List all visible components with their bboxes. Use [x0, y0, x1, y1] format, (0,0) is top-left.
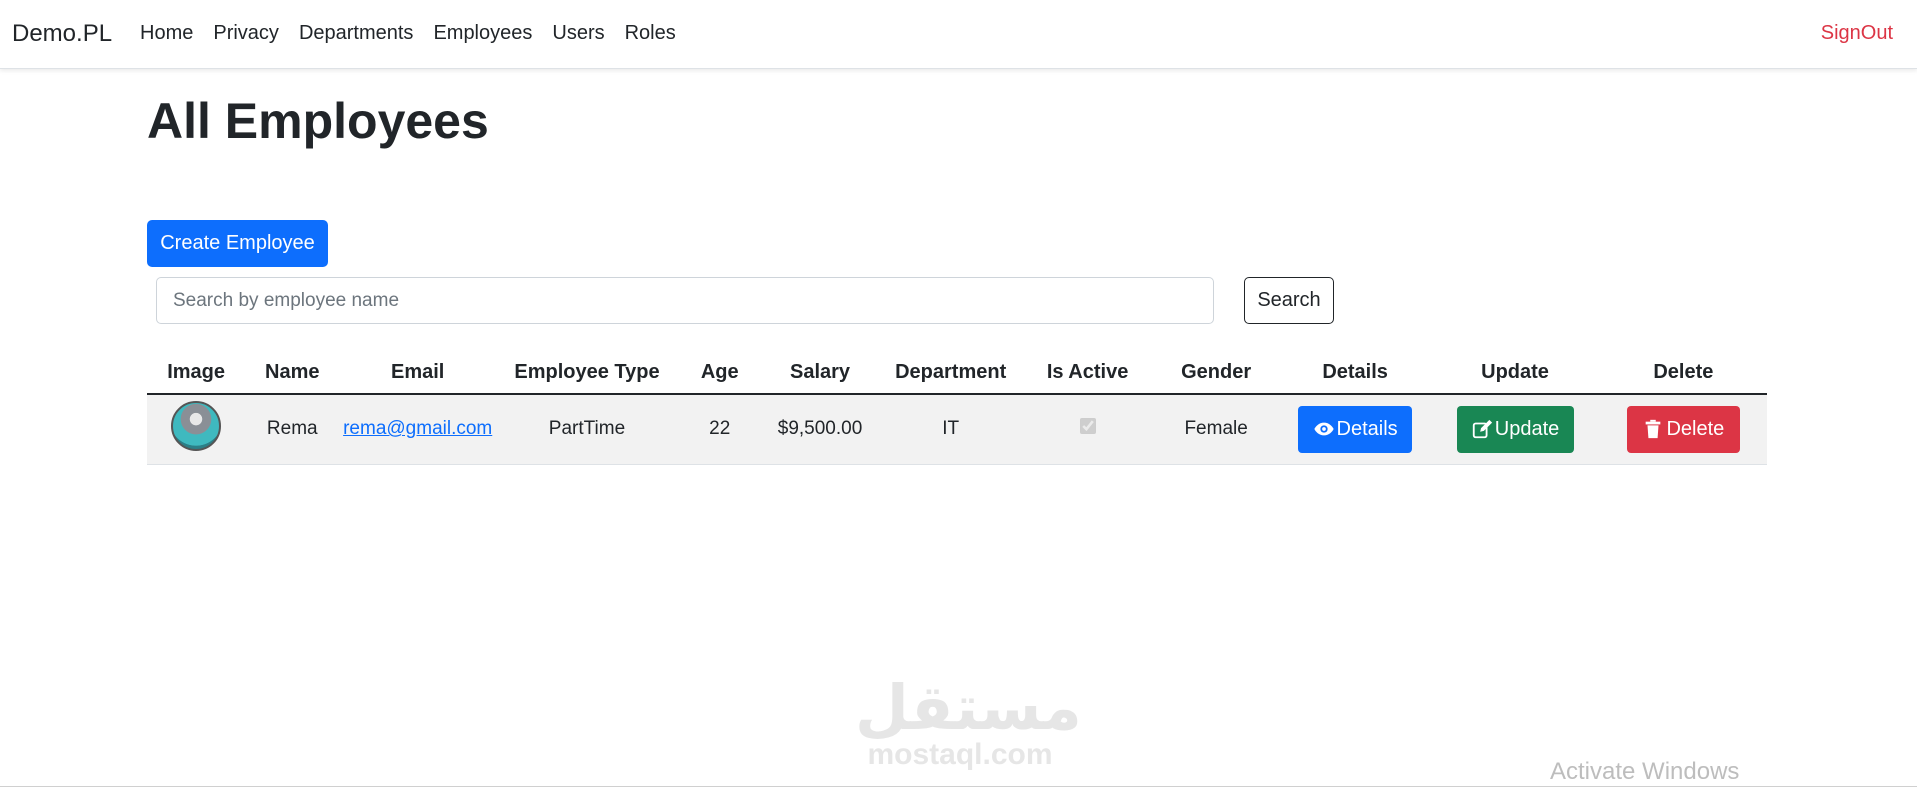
create-employee-button[interactable]: Create Employee: [147, 220, 328, 267]
header-image: Image: [147, 352, 246, 395]
employee-salary: $9,500.00: [761, 394, 879, 465]
nav-links: Home Privacy Departments Employees Users…: [140, 22, 676, 45]
delete-cell: Delete: [1599, 394, 1767, 465]
employee-email-link[interactable]: rema@gmail.com: [343, 418, 492, 439]
mostaql-watermark: مستقل mostaql.com: [855, 674, 1082, 771]
employees-table: Image Name Email Employee Type Age Salar…: [147, 352, 1767, 465]
update-cell: Update: [1430, 394, 1600, 465]
employee-image-cell: [147, 394, 246, 465]
employee-department: IT: [878, 394, 1023, 465]
watermark-latin-text: mostaql.com: [867, 738, 1053, 771]
details-button[interactable]: Details: [1298, 405, 1413, 453]
employee-is-active-cell: [1022, 394, 1153, 465]
signout-link[interactable]: SignOut: [1821, 22, 1893, 45]
employee-name: Rema: [245, 394, 340, 465]
header-is-active: Is Active: [1022, 352, 1153, 395]
trash-icon: [1646, 420, 1661, 439]
employee-gender: Female: [1152, 394, 1280, 465]
activate-windows-text: Activate Windows: [1550, 758, 1740, 785]
edit-icon: [1472, 420, 1492, 439]
employee-type: PartTime: [496, 394, 678, 465]
nav-link-home[interactable]: Home: [140, 22, 193, 45]
update-button[interactable]: Update: [1456, 405, 1574, 453]
top-navbar: Demo.PL Home Privacy Departments Employe…: [0, 0, 1917, 69]
nav-link-privacy[interactable]: Privacy: [213, 22, 279, 45]
avatar: [171, 401, 222, 452]
watermark-arabic-text: مستقل: [855, 674, 1082, 743]
header-name: Name: [245, 352, 340, 395]
header-delete: Delete: [1599, 352, 1767, 395]
is-active-checkbox: [1079, 418, 1096, 435]
update-label: Update: [1494, 417, 1560, 440]
header-salary: Salary: [761, 352, 879, 395]
header-department: Department: [878, 352, 1023, 395]
header-employee-type: Employee Type: [496, 352, 678, 395]
header-age: Age: [677, 352, 762, 395]
table-row: Rema rema@gmail.com PartTime 22 $9,500.0…: [147, 394, 1767, 465]
brand-link[interactable]: Demo.PL: [12, 20, 112, 48]
delete-label: Delete: [1666, 417, 1725, 440]
nav-link-roles[interactable]: Roles: [625, 22, 676, 45]
nav-link-departments[interactable]: Departments: [299, 22, 414, 45]
header-email: Email: [339, 352, 497, 395]
employee-email-cell: rema@gmail.com: [339, 394, 497, 465]
search-input[interactable]: [156, 277, 1214, 324]
table-header-row: Image Name Email Employee Type Age Salar…: [147, 352, 1767, 395]
nav-link-users[interactable]: Users: [552, 22, 604, 45]
delete-button[interactable]: Delete: [1626, 405, 1740, 453]
page-title: All Employees: [147, 93, 489, 149]
header-update: Update: [1430, 352, 1600, 395]
eye-icon: [1313, 422, 1334, 436]
details-cell: Details: [1279, 394, 1431, 465]
search-button[interactable]: Search: [1244, 277, 1334, 324]
nav-link-employees[interactable]: Employees: [433, 22, 532, 45]
header-gender: Gender: [1152, 352, 1280, 395]
header-details: Details: [1279, 352, 1431, 395]
details-label: Details: [1336, 417, 1398, 440]
employee-age: 22: [677, 394, 762, 465]
